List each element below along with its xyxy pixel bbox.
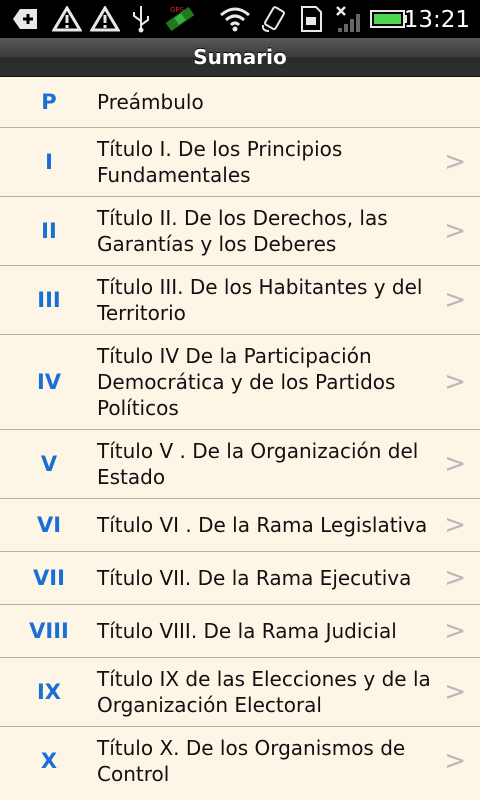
sd-card-icon <box>297 4 325 34</box>
chevron-right-icon: > <box>444 616 466 646</box>
chevron-right-icon: > <box>444 677 466 707</box>
item-label: Título III. De los Habitantes y del Terr… <box>97 275 423 325</box>
list-item-titulo-4[interactable]: IV Título IV De la Participación Democrá… <box>0 335 480 430</box>
list-item-titulo-10[interactable]: X Título X. De los Organismos de Control… <box>0 727 480 794</box>
item-label: Título II. De los Derechos, las Garantía… <box>97 206 388 256</box>
svg-text:GPS: GPS <box>170 6 185 14</box>
list-item-titulo-6[interactable]: VI Título VI . De la Rama Legislativa > <box>0 499 480 552</box>
item-number: VI <box>36 513 62 537</box>
item-number: II <box>41 219 57 243</box>
item-number: V <box>40 452 58 476</box>
item-number: P <box>41 90 57 114</box>
wifi-icon <box>218 4 252 34</box>
warning-icon <box>50 4 84 34</box>
list-item-titulo-1[interactable]: I Título I. De los Principios Fundamenta… <box>0 128 480 197</box>
rotate-icon <box>258 4 290 34</box>
item-label: Título IV De la Participación Democrátic… <box>97 344 396 420</box>
chevron-right-icon: > <box>444 285 466 315</box>
item-label: Título IX de las Elecciones y de la Orga… <box>97 667 431 717</box>
item-number: VII <box>33 566 65 590</box>
list-item-titulo-5[interactable]: V Título V . De la Organización del Esta… <box>0 430 480 499</box>
title-bar: Sumario <box>0 38 480 77</box>
item-label: Título X. De los Organismos de Control <box>97 735 406 786</box>
clock-time: 13:21 <box>403 7 470 33</box>
chevron-right-icon: > <box>444 216 466 246</box>
chevron-right-icon: > <box>444 367 466 397</box>
item-number: I <box>45 150 53 174</box>
usb-debug-icon <box>8 4 42 34</box>
item-number: IV <box>36 370 62 394</box>
signal-no-service-icon <box>333 4 365 34</box>
item-label: Título VI . De la Rama Legislativa <box>97 513 428 537</box>
list-item-titulo-9[interactable]: IX Título IX de las Elecciones y de la O… <box>0 658 480 727</box>
list-item-preambulo[interactable]: P Preámbulo <box>0 77 480 128</box>
item-number: VIII <box>29 619 69 643</box>
status-bar: GPS 13:21 <box>0 0 480 38</box>
gps-satellite-icon: GPS <box>160 4 200 34</box>
page-title: Sumario <box>193 45 287 69</box>
list-item-titulo-3[interactable]: III Título III. De los Habitantes y del … <box>0 266 480 335</box>
chevron-right-icon: > <box>444 510 466 540</box>
item-label: Título VII. De la Rama Ejecutiva <box>97 566 412 590</box>
list-item-titulo-7[interactable]: VII Título VII. De la Rama Ejecutiva > <box>0 552 480 605</box>
item-number: IX <box>36 680 61 704</box>
chevron-right-icon: > <box>444 449 466 479</box>
list-item-titulo-8[interactable]: VIII Título VIII. De la Rama Judicial > <box>0 605 480 658</box>
chevron-right-icon: > <box>444 745 466 776</box>
item-number: X <box>40 748 58 773</box>
item-label: Título V . De la Organización del Estado <box>97 439 419 489</box>
warning-icon <box>88 4 122 34</box>
chevron-right-icon: > <box>444 563 466 593</box>
chevron-right-icon: > <box>444 147 466 177</box>
item-label: Título VIII. De la Rama Judicial <box>97 619 397 643</box>
item-label: Título I. De los Principios Fundamentale… <box>97 137 343 187</box>
item-label: Preámbulo <box>97 90 204 114</box>
summary-list: P Preámbulo I Título I. De los Principio… <box>0 77 480 794</box>
usb-icon <box>127 4 155 34</box>
list-item-titulo-2[interactable]: II Título II. De los Derechos, las Garan… <box>0 197 480 266</box>
item-number: III <box>37 288 61 312</box>
